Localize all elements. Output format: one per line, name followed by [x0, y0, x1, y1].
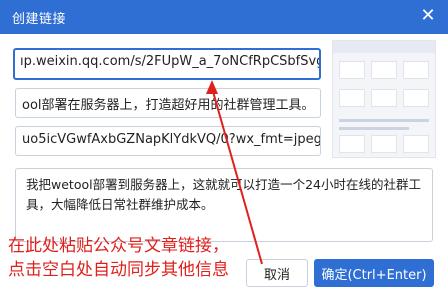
description-textarea[interactable]: 我把wetool部署到服务器上，这就就可以打造一个24小时在线的社群工具，大幅降… — [15, 168, 433, 242]
thumbnail-line — [339, 127, 409, 130]
thumbnail-card — [339, 135, 365, 153]
thumbnail-card — [371, 61, 397, 79]
dialog-title: 创建链接 — [12, 12, 67, 27]
thumbnail-card — [371, 89, 397, 107]
thumbnail-header — [333, 41, 435, 53]
thumbnail-card — [403, 135, 429, 153]
cover-thumbnail — [332, 40, 436, 158]
cancel-button[interactable]: 取消 — [246, 259, 308, 287]
instruction-note: 在此处粘贴公众号文章链接， 点击空白处自动同步其他信息 — [8, 234, 229, 282]
thumbnail-card — [339, 89, 365, 107]
confirm-button[interactable]: 确定(Ctrl+Enter) — [314, 259, 434, 287]
thumbnail-card — [403, 61, 429, 79]
close-icon[interactable]: ✕ — [416, 4, 440, 28]
instruction-line-2: 点击空白处自动同步其他信息 — [8, 260, 229, 280]
cover-url-input[interactable]: uo5icVGwfAxbGZNapKlYdkVQ/0?wx_fmt=jpeg — [15, 126, 321, 156]
thumbnail-card — [371, 135, 397, 153]
thumbnail-line — [339, 119, 429, 122]
title-input[interactable]: ool部署在服务器上，打造超好用的社群管理工具。 — [15, 88, 321, 118]
url-input[interactable]: ıp.weixin.qq.com/s/2FUpW_a_7oNCfRpCSbfSv… — [13, 48, 321, 80]
title-bar: 创建链接 ✕ — [0, 0, 448, 34]
thumbnail-card — [339, 61, 365, 79]
thumbnail-card — [403, 89, 429, 107]
instruction-line-1: 在此处粘贴公众号文章链接， — [8, 236, 229, 256]
